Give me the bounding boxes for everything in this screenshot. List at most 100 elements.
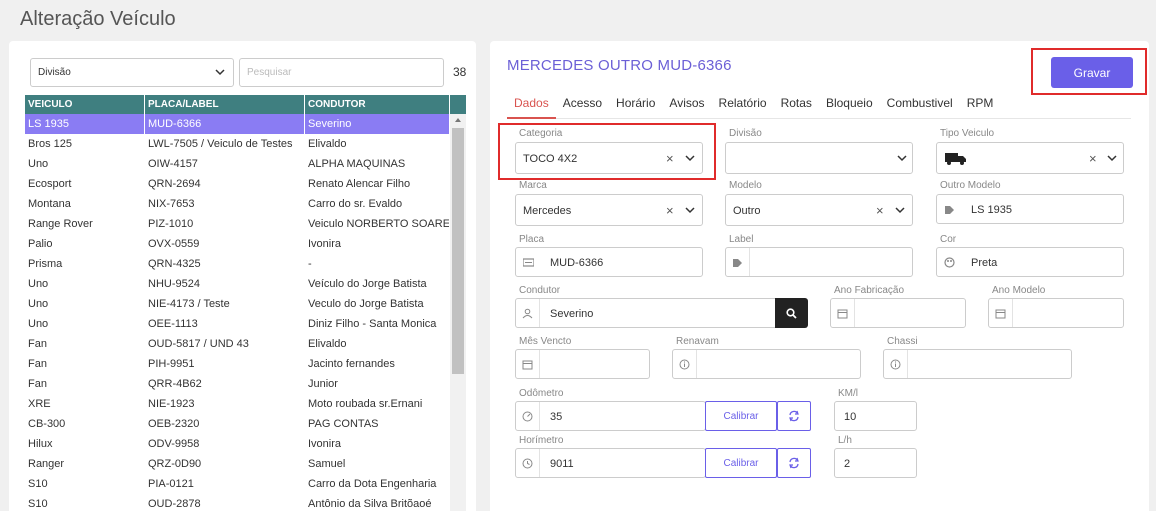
categoria-value: TOCO 4X2 bbox=[523, 153, 578, 165]
ano-modelo-label: Ano Modelo bbox=[992, 285, 1046, 296]
tab-avisos[interactable]: Avisos bbox=[662, 93, 711, 119]
table-row[interactable]: Fan OUD-5817 / UND 43 Elivaldo bbox=[25, 334, 466, 354]
condutor-value: Severino bbox=[550, 308, 594, 320]
table-row[interactable]: LS 1935 MUD-6366 Severino bbox=[25, 114, 466, 134]
save-highlight: Gravar bbox=[1031, 48, 1147, 95]
refresh-odometro-button[interactable] bbox=[777, 401, 811, 431]
column-header-placa[interactable]: PLACA/LABEL bbox=[145, 95, 305, 114]
table-row[interactable]: Uno NHU-9524 Veículo do Jorge Batista bbox=[25, 274, 466, 294]
veiculo-cell: Fan bbox=[25, 354, 145, 374]
tab-relatorio[interactable]: Relatório bbox=[712, 93, 774, 119]
clear-icon[interactable]: × bbox=[876, 203, 884, 218]
veiculo-cell: Range Rover bbox=[25, 214, 145, 234]
condutor-label: Condutor bbox=[519, 285, 561, 296]
table-row[interactable]: CB-300 OEB-2320 PAG CONTAS bbox=[25, 414, 466, 434]
categoria-select[interactable]: TOCO 4X2 × bbox=[515, 142, 703, 174]
l-h-input[interactable]: 2 bbox=[834, 448, 917, 478]
veiculo-cell: Montana bbox=[25, 194, 145, 214]
info-icon bbox=[673, 350, 697, 378]
placa-cell: OVX-0559 bbox=[145, 234, 305, 254]
table-row[interactable]: S10 OUD-2878 Antônio da Silva Britõaoé bbox=[25, 494, 466, 511]
renavam-input[interactable] bbox=[672, 349, 861, 379]
save-button[interactable]: Gravar bbox=[1051, 57, 1133, 88]
veiculo-cell: Bros 125 bbox=[25, 134, 145, 154]
chassi-input[interactable] bbox=[883, 349, 1072, 379]
tab-combustivel[interactable]: Combustivel bbox=[880, 93, 960, 119]
clear-icon[interactable]: × bbox=[666, 203, 674, 218]
condutor-cell: Ivonira bbox=[305, 234, 450, 254]
ano-fabricacao-input[interactable] bbox=[830, 298, 966, 328]
table-row[interactable]: Uno NIE-4173 / Teste Veculo do Jorge Batis… bbox=[25, 294, 466, 314]
chevron-down-icon[interactable] bbox=[894, 204, 906, 216]
column-header-condutor[interactable]: CONDUTOR bbox=[305, 95, 450, 114]
chevron-down-icon[interactable] bbox=[1106, 152, 1118, 164]
table-row[interactable]: Uno OEE-1113 Diniz Filho - Santa Monica bbox=[25, 314, 466, 334]
table-row[interactable]: Fan PIH-9951 Jacinto fernandes bbox=[25, 354, 466, 374]
division-select[interactable]: Divisão bbox=[30, 58, 234, 87]
condutor-search-button[interactable] bbox=[775, 298, 808, 328]
placa-cell: OUD-5817 / UND 43 bbox=[145, 334, 305, 354]
outro-modelo-input[interactable]: LS 1935 bbox=[936, 194, 1124, 224]
ano-modelo-input[interactable] bbox=[988, 298, 1124, 328]
clear-icon[interactable]: × bbox=[666, 151, 674, 166]
tab-bloqueio[interactable]: Bloqueio bbox=[819, 93, 880, 119]
marca-select[interactable]: Mercedes × bbox=[515, 194, 703, 226]
table-row[interactable]: Palio OVX-0559 Ivonira bbox=[25, 234, 466, 254]
column-header-veiculo[interactable]: VEICULO bbox=[25, 95, 145, 114]
placa-cell: ODV-9958 bbox=[145, 434, 305, 454]
tab-dados[interactable]: Dados bbox=[507, 93, 556, 119]
mes-vencto-input[interactable] bbox=[515, 349, 650, 379]
table-scrollbar[interactable] bbox=[450, 114, 466, 511]
tab-rotas[interactable]: Rotas bbox=[774, 93, 819, 119]
condutor-input[interactable]: Severino bbox=[515, 298, 776, 328]
divisao-select[interactable] bbox=[725, 142, 913, 174]
search-icon bbox=[786, 307, 797, 319]
cor-input[interactable]: Preta bbox=[936, 247, 1124, 277]
table-row[interactable]: Bros 125 LWL-7505 / Veiculo de Testes Eliv… bbox=[25, 134, 466, 154]
odometro-label: Odômetro bbox=[519, 388, 564, 399]
chevron-down-icon[interactable] bbox=[684, 152, 696, 164]
label-input[interactable] bbox=[725, 247, 913, 277]
modelo-select[interactable]: Outro × bbox=[725, 194, 913, 226]
chevron-down-icon[interactable] bbox=[896, 152, 908, 164]
table-row[interactable]: S10 PIA-0121 Carro da Dota Engenharia bbox=[25, 474, 466, 494]
km-l-label: KM/l bbox=[838, 388, 858, 399]
chevron-down-icon[interactable] bbox=[684, 204, 696, 216]
horimetro-input[interactable]: 9011 bbox=[515, 448, 706, 478]
search-input[interactable] bbox=[239, 58, 444, 87]
tab-rpm[interactable]: RPM bbox=[960, 93, 1001, 119]
calibrar-horimetro-button[interactable]: Calibrar bbox=[705, 448, 777, 478]
table-row[interactable]: Ranger QRZ-0D90 Samuel bbox=[25, 454, 466, 474]
condutor-cell: Veículo do Jorge Batista bbox=[305, 274, 450, 294]
refresh-horimetro-button[interactable] bbox=[777, 448, 811, 478]
table-row[interactable]: Uno OIW-4157 ALPHA MAQUINAS bbox=[25, 154, 466, 174]
l-h-label: L/h bbox=[838, 435, 852, 446]
veiculo-cell: Ranger bbox=[25, 454, 145, 474]
tab-horario[interactable]: Horário bbox=[609, 93, 662, 119]
condutor-cell: Carro do sr. Evaldo bbox=[305, 194, 450, 214]
calendar-icon bbox=[516, 350, 540, 378]
table-header: VEICULO PLACA/LABEL CONDUTOR bbox=[25, 95, 466, 114]
scroll-up-icon[interactable] bbox=[454, 116, 462, 124]
tab-acesso[interactable]: Acesso bbox=[556, 93, 609, 119]
condutor-cell: Samuel bbox=[305, 454, 450, 474]
table-row[interactable]: Fan QRR-4B62 Junior bbox=[25, 374, 466, 394]
clear-icon[interactable]: × bbox=[1089, 151, 1097, 166]
table-row[interactable]: Range Rover PIZ-1010 Veiculo NORBERTO SOAR… bbox=[25, 214, 466, 234]
calibrar-odometro-button[interactable]: Calibrar bbox=[705, 401, 777, 431]
table-row[interactable]: Hilux ODV-9958 Ivonira bbox=[25, 434, 466, 454]
placa-cell: QRR-4B62 bbox=[145, 374, 305, 394]
condutor-cell: PAG CONTAS bbox=[305, 414, 450, 434]
km-l-input[interactable]: 10 bbox=[834, 401, 917, 431]
odometro-input[interactable]: 35 bbox=[515, 401, 706, 431]
placa-input[interactable]: MUD-6366 bbox=[515, 247, 703, 277]
table-row[interactable]: Prisma QRN-4325- bbox=[25, 254, 466, 274]
tipo-veiculo-select[interactable]: × bbox=[936, 142, 1124, 174]
table-row[interactable]: XRE NIE-1923 Moto roubada sr.Ernani bbox=[25, 394, 466, 414]
table-row[interactable]: Ecosport QRN-2694 Renato Alencar Filho bbox=[25, 174, 466, 194]
scroll-thumb[interactable] bbox=[452, 128, 464, 374]
table-row[interactable]: Montana NIX-7653 Carro do sr. Evaldo bbox=[25, 194, 466, 214]
placa-cell: NIE-1923 bbox=[145, 394, 305, 414]
condutor-cell: Diniz Filho - Santa Monica bbox=[305, 314, 450, 334]
km-l-value: 10 bbox=[844, 411, 857, 423]
